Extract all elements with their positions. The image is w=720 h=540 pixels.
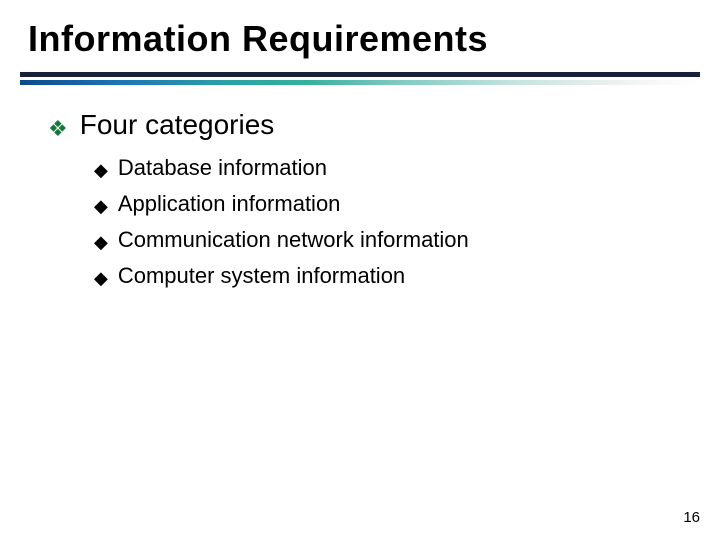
bullet-level1: ❖ Four categories xyxy=(48,109,672,141)
diamond-icon: ◆ xyxy=(94,269,108,287)
content-area: ❖ Four categories ◆ Database information… xyxy=(0,85,720,289)
level2-list: ◆ Database information ◆ Application inf… xyxy=(48,155,672,289)
level2-text: Database information xyxy=(118,155,327,181)
rule-dark xyxy=(20,72,700,77)
page-number: 16 xyxy=(683,509,700,526)
list-item: ◆ Computer system information xyxy=(94,263,672,289)
level1-text: Four categories xyxy=(80,109,275,141)
level2-text: Computer system information xyxy=(118,263,405,289)
diamond-icon: ◆ xyxy=(94,197,108,215)
list-item: ◆ Communication network information xyxy=(94,227,672,253)
diamond-icon: ◆ xyxy=(94,233,108,251)
level2-text: Application information xyxy=(118,191,341,217)
diamond-icon: ◆ xyxy=(94,161,108,179)
slide-title: Information Requirements xyxy=(0,18,720,60)
level2-text: Communication network information xyxy=(118,227,469,253)
list-item: ◆ Application information xyxy=(94,191,672,217)
slide: Information Requirements ❖ Four categori… xyxy=(0,0,720,540)
title-underline xyxy=(0,72,720,85)
list-item: ◆ Database information xyxy=(94,155,672,181)
diamond-outline-icon: ❖ xyxy=(48,118,68,140)
